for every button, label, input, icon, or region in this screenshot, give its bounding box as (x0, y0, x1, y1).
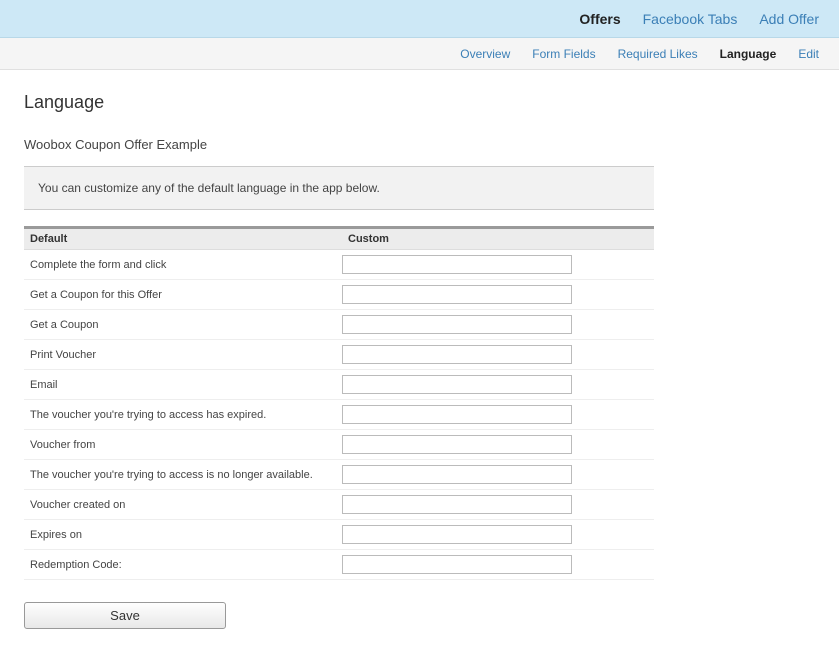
table-row: Redemption Code: (24, 550, 654, 580)
table-header: Default Custom (24, 229, 654, 250)
default-label: Print Voucher (24, 346, 342, 364)
default-label: Redemption Code: (24, 556, 342, 574)
default-label: Complete the form and click (24, 256, 342, 274)
default-label: Email (24, 376, 342, 394)
header-default: Default (24, 229, 342, 249)
default-label: Voucher from (24, 436, 342, 454)
custom-input[interactable] (342, 255, 572, 274)
default-label: The voucher you're trying to access is n… (24, 466, 342, 484)
sub-nav-language[interactable]: Language (720, 47, 777, 61)
custom-input[interactable] (342, 495, 572, 514)
page-subtitle: Woobox Coupon Offer Example (24, 137, 815, 152)
header-custom: Custom (342, 229, 654, 249)
top-nav-add-offer[interactable]: Add Offer (759, 11, 819, 27)
table-row: Get a Coupon (24, 310, 654, 340)
page-title: Language (24, 92, 815, 113)
table-row: The voucher you're trying to access has … (24, 400, 654, 430)
top-nav-offers[interactable]: Offers (579, 11, 620, 27)
custom-input[interactable] (342, 375, 572, 394)
table-row: Get a Coupon for this Offer (24, 280, 654, 310)
default-label: Voucher created on (24, 496, 342, 514)
sub-nav-overview[interactable]: Overview (460, 47, 510, 61)
content: Language Woobox Coupon Offer Example You… (0, 70, 839, 651)
table-row: Print Voucher (24, 340, 654, 370)
custom-input[interactable] (342, 465, 572, 484)
sub-nav-form-fields[interactable]: Form Fields (532, 47, 595, 61)
language-table: Default Custom Complete the form and cli… (24, 226, 654, 580)
default-label: The voucher you're trying to access has … (24, 406, 342, 424)
table-row: Voucher created on (24, 490, 654, 520)
top-nav: Offers Facebook Tabs Add Offer (0, 0, 839, 38)
table-row: Complete the form and click (24, 250, 654, 280)
top-nav-facebook-tabs[interactable]: Facebook Tabs (643, 11, 738, 27)
table-row: Voucher from (24, 430, 654, 460)
custom-input[interactable] (342, 435, 572, 454)
table-row: Email (24, 370, 654, 400)
custom-input[interactable] (342, 525, 572, 544)
sub-nav: Overview Form Fields Required Likes Lang… (0, 38, 839, 70)
default-label: Get a Coupon for this Offer (24, 286, 342, 304)
table-row: The voucher you're trying to access is n… (24, 460, 654, 490)
default-label: Expires on (24, 526, 342, 544)
sub-nav-required-likes[interactable]: Required Likes (618, 47, 698, 61)
custom-input[interactable] (342, 345, 572, 364)
custom-input[interactable] (342, 555, 572, 574)
save-button[interactable]: Save (24, 602, 226, 629)
custom-input[interactable] (342, 405, 572, 424)
default-label: Get a Coupon (24, 316, 342, 334)
info-box: You can customize any of the default lan… (24, 166, 654, 210)
table-row: Expires on (24, 520, 654, 550)
custom-input[interactable] (342, 285, 572, 304)
custom-input[interactable] (342, 315, 572, 334)
sub-nav-edit[interactable]: Edit (798, 47, 819, 61)
